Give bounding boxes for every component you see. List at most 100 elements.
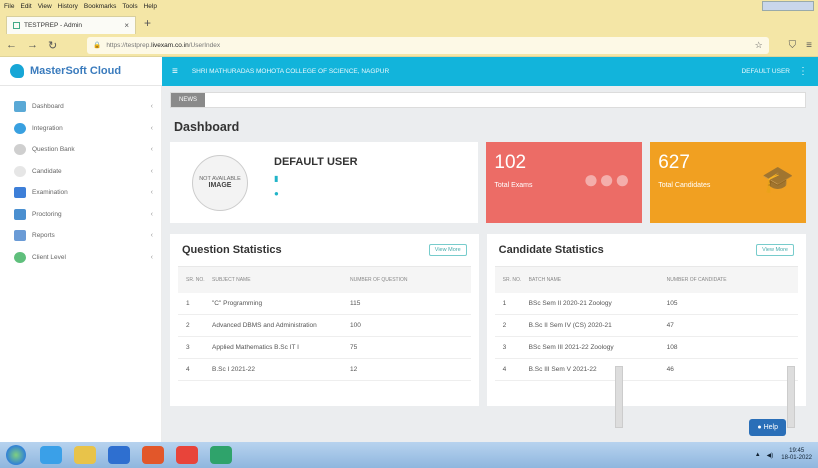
sidebar-item-label: Integration bbox=[32, 124, 63, 132]
url-path: /UserIndex bbox=[188, 41, 221, 49]
view-more-button[interactable]: View More bbox=[756, 244, 794, 256]
chevron-left-icon: ‹ bbox=[150, 189, 153, 197]
chrome-icon[interactable] bbox=[176, 446, 198, 464]
menu-file[interactable]: File bbox=[4, 3, 14, 10]
column-header[interactable]: SR. NO. bbox=[178, 277, 212, 283]
forward-icon[interactable]: → bbox=[27, 39, 38, 51]
sidebar-item-proctoring[interactable]: Proctoring ‹ bbox=[0, 204, 161, 226]
cell-name: B.Sc III Sem V 2021-22 bbox=[528, 366, 597, 373]
bookmark-star-icon[interactable]: ☆ bbox=[755, 40, 763, 51]
cell-count: 47 bbox=[666, 322, 674, 329]
cell-no: 1 bbox=[186, 300, 190, 307]
sidebar-item-examination[interactable]: Examination ‹ bbox=[0, 182, 161, 204]
browser-tab[interactable]: TESTPREP - Admin × bbox=[6, 16, 136, 34]
file-explorer-icon[interactable] bbox=[74, 446, 96, 464]
browser-right-icons: ⛉ ≡ bbox=[779, 40, 812, 51]
main-content: NEWS Dashboard NOT AVAILABLE IMAGE DEFAU… bbox=[162, 86, 818, 442]
question-statistics-card: Question Statistics View More SR. NO. SU… bbox=[170, 234, 479, 406]
menu-toggle-icon[interactable]: ≡ bbox=[172, 66, 178, 77]
cell-count: 12 bbox=[350, 366, 358, 373]
internet-explorer-icon[interactable] bbox=[40, 446, 62, 464]
cell-name: Applied Mathematics B.Sc IT I bbox=[212, 344, 299, 351]
clock-date: 18-01-2022 bbox=[781, 455, 812, 461]
sidebar-item-reports[interactable]: Reports ‹ bbox=[0, 225, 161, 247]
table-row: 1 "C" Programming 115 bbox=[178, 293, 471, 315]
app-icon[interactable] bbox=[210, 446, 232, 464]
candidate-table: SR. NO. BATCH NAME NUMBER OF CANDIDATE 1… bbox=[494, 266, 798, 381]
chevron-left-icon: ‹ bbox=[150, 124, 153, 132]
firefox-icon[interactable] bbox=[142, 446, 164, 464]
user-menu[interactable]: DEFAULT USER bbox=[741, 68, 790, 75]
brand[interactable]: MasterSoft Cloud bbox=[0, 57, 162, 86]
view-more-button[interactable]: View More bbox=[428, 244, 467, 256]
card-header: Candidate Statistics View More bbox=[495, 244, 798, 256]
cell-name: B.Sc I 2021-22 bbox=[212, 366, 255, 373]
browser-toolbar: ← → ↻ 🔒 https://testprep. livexam.co.in … bbox=[0, 34, 818, 57]
clock[interactable]: 19:45 18-01-2022 bbox=[781, 448, 812, 462]
hamburger-menu-icon[interactable]: ≡ bbox=[806, 40, 812, 51]
column-header[interactable]: SR. NO. bbox=[495, 277, 529, 283]
volume-icon[interactable]: ◀) bbox=[767, 452, 774, 459]
sidebar-item-dashboard[interactable]: Dashboard ‹ bbox=[0, 96, 161, 118]
profile-card: NOT AVAILABLE IMAGE DEFAULT USER ▮ ● bbox=[170, 142, 479, 223]
total-exams-card[interactable]: 102 Total Exams ●●● bbox=[486, 142, 643, 223]
window-controls[interactable] bbox=[762, 1, 814, 11]
table-header: SR. NO. BATCH NAME NUMBER OF CANDIDATE bbox=[494, 267, 798, 293]
college-name: SHRI MATHURADAS MOHOTA COLLEGE OF SCIENC… bbox=[191, 68, 390, 75]
cell-no: 4 bbox=[502, 366, 507, 373]
media-player-icon[interactable] bbox=[108, 446, 130, 464]
total-candidates-card[interactable]: 627 Total Candidates 🎓 bbox=[650, 142, 806, 223]
cell-name: "C" Programming bbox=[212, 300, 263, 307]
chevron-left-icon: ‹ bbox=[150, 232, 153, 240]
menu-edit[interactable]: Edit bbox=[20, 3, 31, 10]
url-bar[interactable]: 🔒 https://testprep. livexam.co.in /UserI… bbox=[87, 36, 769, 54]
chevron-left-icon: ‹ bbox=[150, 210, 153, 218]
pocket-icon[interactable]: ⛉ bbox=[789, 40, 797, 51]
help-button[interactable]: ● Help bbox=[749, 419, 786, 436]
news-ticker: NEWS bbox=[170, 92, 806, 108]
sidebar-item-candidate[interactable]: Candidate ‹ bbox=[0, 161, 161, 183]
sidebar-item-integration[interactable]: Integration ‹ bbox=[0, 118, 161, 140]
menu-view[interactable]: View bbox=[38, 3, 52, 10]
cell-count: 75 bbox=[350, 344, 358, 351]
avatar-subtext: NOT AVAILABLE bbox=[199, 175, 241, 182]
table-row: 3 BSc Sem III 2021-22 Zoology 108 bbox=[494, 337, 798, 359]
reports-icon bbox=[14, 230, 26, 242]
lock-icon: 🔒 bbox=[93, 42, 102, 49]
cell-name: BSc Sem II 2020-21 Zoology bbox=[528, 300, 612, 307]
table-row: 3 Applied Mathematics B.Sc IT I 75 bbox=[178, 337, 471, 359]
menu-history[interactable]: History bbox=[58, 3, 78, 10]
table-row: 4 B.Sc I 2021-22 12 bbox=[178, 359, 471, 381]
sidebar-item-client-level[interactable]: Client Level ‹ bbox=[0, 247, 161, 269]
column-header[interactable]: NUMBER OF QUESTION bbox=[350, 277, 471, 283]
menu-bookmarks[interactable]: Bookmarks bbox=[84, 3, 117, 10]
cell-count: 105 bbox=[666, 300, 678, 307]
question-table-scrollbar[interactable] bbox=[615, 366, 623, 428]
start-button-icon[interactable] bbox=[6, 445, 26, 465]
column-header[interactable]: BATCH NAME bbox=[529, 277, 667, 283]
cell-no: 3 bbox=[186, 344, 190, 351]
candidate-table-scrollbar[interactable] bbox=[787, 366, 795, 428]
menu-help[interactable]: Help bbox=[144, 3, 157, 10]
close-tab-icon[interactable]: × bbox=[124, 21, 129, 30]
more-vertical-icon[interactable]: ⋮ bbox=[798, 66, 808, 77]
profile-name: DEFAULT USER bbox=[274, 156, 358, 168]
card-header: Question Statistics View More bbox=[178, 244, 471, 256]
summary-row: NOT AVAILABLE IMAGE DEFAULT USER ▮ ● 102… bbox=[170, 142, 806, 223]
page-title: Dashboard bbox=[174, 120, 240, 134]
network-icon[interactable]: ▲ bbox=[755, 452, 761, 458]
cell-no: 2 bbox=[502, 322, 507, 329]
page-icon bbox=[13, 22, 20, 29]
column-header[interactable]: NUMBER OF CANDIDATE bbox=[667, 277, 798, 283]
cell-no: 4 bbox=[186, 366, 190, 373]
menu-tools[interactable]: Tools bbox=[122, 3, 137, 10]
examination-icon bbox=[14, 187, 26, 199]
new-tab-icon[interactable]: + bbox=[144, 16, 151, 30]
card-title: Candidate Statistics bbox=[498, 244, 604, 256]
column-header[interactable]: SUBJECT NAME bbox=[212, 277, 350, 283]
sidebar-item-question-bank[interactable]: Question Bank ‹ bbox=[0, 139, 161, 161]
browser-menubar: File Edit View History Bookmarks Tools H… bbox=[0, 0, 818, 12]
back-icon[interactable]: ← bbox=[6, 39, 17, 51]
reload-icon[interactable]: ↻ bbox=[48, 39, 57, 52]
graduate-icon: 🎓 bbox=[761, 164, 794, 194]
